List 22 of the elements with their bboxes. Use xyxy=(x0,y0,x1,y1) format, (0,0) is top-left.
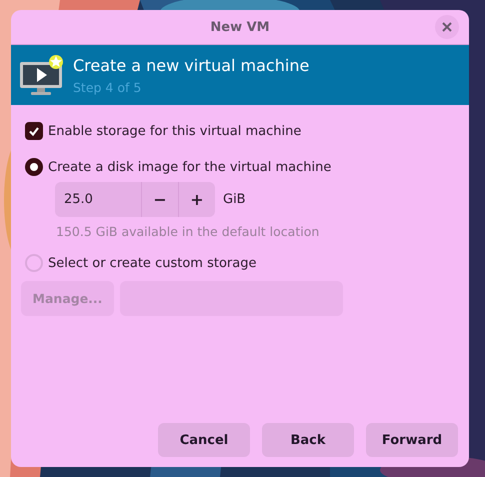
close-button[interactable] xyxy=(435,15,459,39)
window-title: New VM xyxy=(210,20,270,34)
radio-button[interactable] xyxy=(25,254,43,272)
increment-button[interactable]: + xyxy=(178,182,215,217)
size-spinner[interactable]: 25.0 − + xyxy=(55,182,215,217)
checkbox[interactable] xyxy=(25,122,43,140)
dialog-button[interactable]: Forward xyxy=(366,423,458,457)
radio-label: Create a disk image for the virtual machine xyxy=(48,160,332,174)
available-space-hint: 150.5 GiB available in the default location xyxy=(56,224,320,239)
checkbox-label: Enable storage for this virtual machine xyxy=(48,124,302,138)
size-unit: GiB xyxy=(223,192,246,207)
size-value: 25.0 xyxy=(63,191,94,209)
close-icon xyxy=(442,22,452,32)
decrement-button[interactable]: − xyxy=(141,182,178,217)
dialog-button[interactable]: Cancel xyxy=(158,423,250,457)
step-indicator: Step 4 of 5 xyxy=(73,80,142,94)
radio-button[interactable] xyxy=(25,158,43,176)
checkmark-icon xyxy=(28,125,40,137)
radio-label: Select or create custom storage xyxy=(48,256,256,270)
dialog-button[interactable]: Back xyxy=(262,423,354,457)
monitor-icon xyxy=(19,54,63,96)
banner-title: Create a new virtual machine xyxy=(73,56,310,74)
